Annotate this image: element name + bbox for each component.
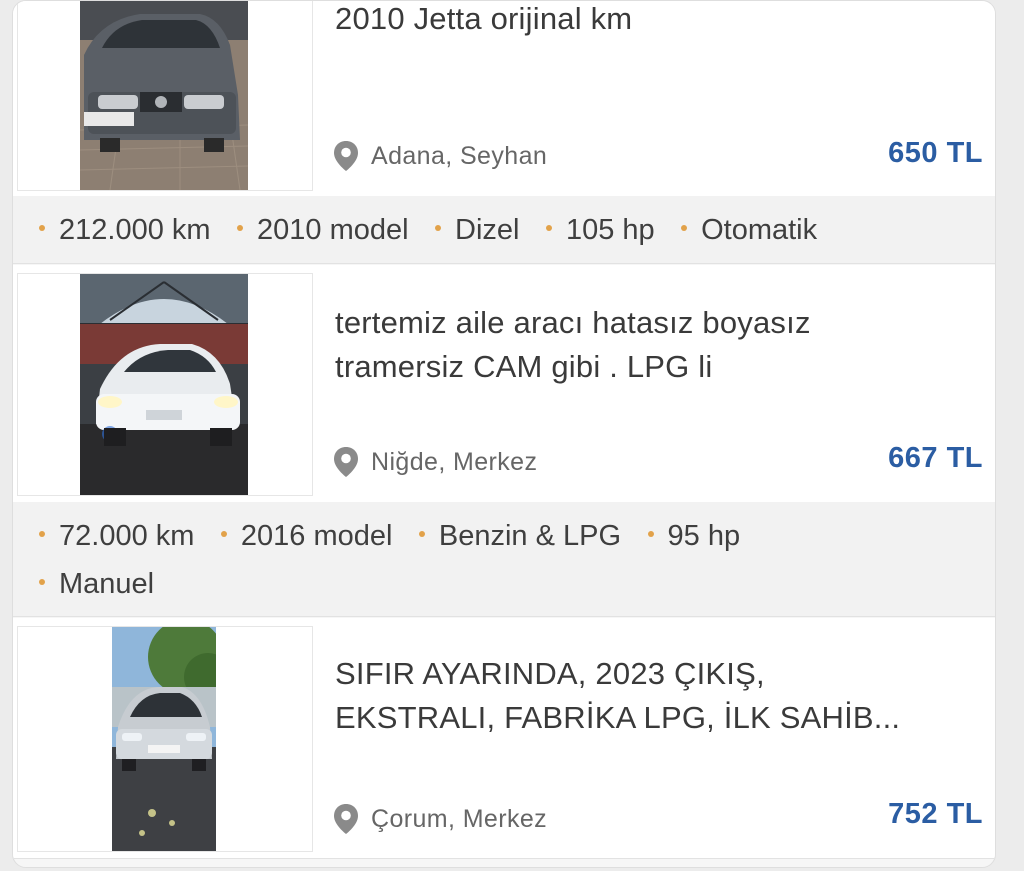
listing-card[interactable]: tertemiz aile aracı hatasız boyasız tram…	[13, 265, 995, 503]
spec-transmission: Manuel	[59, 568, 155, 600]
listing-feed: 2010 Jetta orijinal km Adana, Seyhan 650…	[12, 0, 996, 868]
listing-location-text: Adana, Seyhan	[371, 141, 548, 170]
listing-specs: 72.000 km 2016 model Benzin & LPG 95 hp …	[13, 502, 995, 617]
listing-price: 667 TL	[888, 442, 983, 474]
listing-thumbnail[interactable]	[17, 626, 313, 852]
dot-bullet-icon	[39, 531, 45, 538]
dot-bullet-icon	[647, 531, 654, 538]
listing-card[interactable]: SIFIR AYARINDA, 2023 ÇIKIŞ, EKSTRALI, FA…	[13, 618, 995, 859]
spec-item: 2016 model	[220, 512, 393, 560]
spec-item: 95 hp	[647, 512, 741, 560]
dot-bullet-icon	[237, 225, 243, 232]
spec-item: 2010 model	[237, 206, 409, 254]
spec-model-year: 2016 model	[240, 520, 393, 552]
listing-card[interactable]: 2010 Jetta orijinal km Adana, Seyhan 650…	[13, 1, 995, 197]
listing-location: Çorum, Merkez	[333, 802, 547, 836]
spec-item: Dizel	[435, 206, 519, 254]
spec-item: 105 hp	[545, 206, 655, 254]
spec-fuel: Benzin & LPG	[438, 520, 622, 552]
spec-item: Manuel	[39, 560, 154, 608]
spec-item: Otomatik	[681, 206, 817, 254]
listing-price: 650 TL	[888, 137, 983, 169]
listing-location: Niğde, Merkez	[333, 445, 537, 479]
spec-item: 212.000 km	[39, 206, 211, 254]
spec-transmission: Otomatik	[701, 214, 818, 246]
listing-title-line: 2010 Jetta orijinal km	[335, 1, 633, 36]
listing-location-text: Niğde, Merkez	[371, 447, 538, 476]
spec-horsepower: 95 hp	[667, 520, 741, 552]
listing-location-text: Çorum, Merkez	[371, 804, 548, 833]
map-pin-icon	[334, 141, 358, 171]
listing-title-line: SIFIR AYARINDA, 2023 ÇIKIŞ,	[335, 656, 765, 691]
spec-item: Benzin & LPG	[418, 512, 622, 560]
dot-bullet-icon	[545, 225, 552, 232]
white-sedan-photo	[80, 274, 248, 495]
silver-sedan-photo	[112, 627, 216, 851]
spec-horsepower: 105 hp	[565, 214, 655, 246]
listing-thumbnail[interactable]	[17, 273, 313, 496]
map-pin-icon	[334, 447, 358, 477]
spec-model-year: 2010 model	[257, 214, 409, 246]
listing-title[interactable]: SIFIR AYARINDA, 2023 ÇIKIŞ, EKSTRALI, FA…	[335, 652, 985, 740]
spec-fuel: Dizel	[455, 214, 520, 246]
listing-title-line: tramersiz CAM gibi . LPG li	[335, 349, 713, 384]
map-pin-icon	[334, 804, 358, 834]
dot-bullet-icon	[418, 531, 425, 538]
gray-sedan-photo	[80, 1, 248, 190]
listing-thumbnail[interactable]	[17, 1, 313, 191]
listing-title-line: tertemiz aile aracı hatasız boyasız	[335, 305, 811, 340]
spec-mileage: 212.000 km	[59, 214, 211, 246]
dot-bullet-icon	[681, 225, 688, 232]
listing-price: 752 TL	[888, 798, 983, 830]
dot-bullet-icon	[435, 225, 442, 232]
dot-bullet-icon	[220, 531, 227, 538]
listing-title-line: EKSTRALI, FABRİKA LPG, İLK SAHİB...	[335, 700, 901, 735]
spec-mileage: 72.000 km	[59, 520, 195, 552]
dot-bullet-icon	[39, 225, 45, 232]
listing-specs: 212.000 km 2010 model Dizel 105 hp Otoma…	[13, 196, 995, 264]
listing-title[interactable]: tertemiz aile aracı hatasız boyasız tram…	[335, 301, 985, 389]
listing-title[interactable]: 2010 Jetta orijinal km	[335, 1, 985, 41]
listing-location: Adana, Seyhan	[333, 139, 547, 173]
dot-bullet-icon	[39, 579, 45, 586]
spec-item: 72.000 km	[39, 512, 194, 560]
